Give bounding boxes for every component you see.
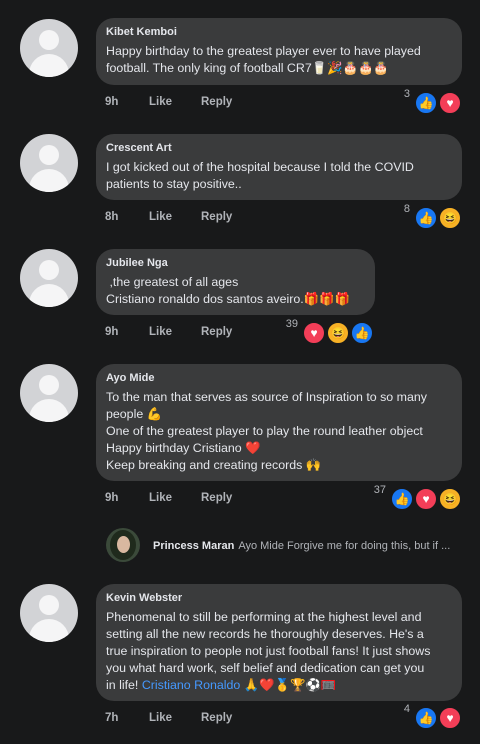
reaction-count: 8	[403, 203, 410, 215]
comment-bubble: Jubilee Nga ,the greatest of all ages Cr…	[96, 249, 375, 315]
reply-button[interactable]: Reply	[201, 492, 232, 504]
reply-author[interactable]: Princess Maran	[153, 540, 234, 552]
like-button[interactable]: Like	[149, 211, 172, 223]
comment-author[interactable]: Kibet Kemboi	[106, 25, 452, 40]
comment-emojis: 🙏❤️🥇🏆⚽🥅	[240, 678, 337, 692]
comment-author[interactable]: Jubilee Nga	[106, 256, 365, 271]
avatar[interactable]	[20, 249, 78, 307]
comment-time[interactable]: 9h	[105, 326, 118, 338]
comment-time[interactable]: 7h	[105, 712, 118, 724]
comment-text: Phenomenal to still be performing at the…	[106, 609, 452, 694]
avatar[interactable]	[20, 364, 78, 422]
reaction-count: 3	[403, 88, 410, 100]
comment-time[interactable]: 9h	[105, 492, 118, 504]
mention-link[interactable]: Cristiano Ronaldo	[142, 678, 241, 692]
comment-bubble: Ayo Mide To the man that serves as sourc…	[96, 364, 462, 481]
reaction-count: 37	[373, 484, 386, 496]
haha-icon: 😆	[326, 321, 350, 345]
reaction-count: 39	[285, 318, 298, 330]
love-icon: ♥	[438, 706, 462, 730]
haha-icon: 😆	[438, 206, 462, 230]
reply-avatar[interactable]	[106, 528, 140, 562]
avatar[interactable]	[20, 584, 78, 642]
comment-text: To the man that serves as source of Insp…	[106, 390, 427, 472]
comment-author[interactable]: Ayo Mide	[106, 371, 452, 386]
like-button[interactable]: Like	[149, 712, 172, 724]
love-icon: ♥	[414, 487, 438, 511]
reaction-count: 4	[403, 703, 410, 715]
like-icon: 👍	[414, 206, 438, 230]
comment-time[interactable]: 8h	[105, 211, 118, 223]
comment-text: Happy birthday to the greatest player ev…	[106, 44, 421, 75]
love-icon: ♥	[302, 321, 326, 345]
comment-bubble: Kevin Webster Phenomenal to still be per…	[96, 584, 462, 701]
reply-button[interactable]: Reply	[201, 96, 232, 108]
like-icon: 👍	[414, 91, 438, 115]
haha-icon: 😆	[438, 487, 462, 511]
comment-time[interactable]: 9h	[105, 96, 118, 108]
comment-bubble: Kibet Kemboi Happy birthday to the great…	[96, 18, 462, 85]
comment-author[interactable]: Kevin Webster	[106, 591, 452, 606]
reply-text: Ayo Mide Forgive me for doing this, but …	[238, 540, 451, 552]
love-icon: ♥	[438, 91, 462, 115]
avatar[interactable]	[20, 134, 78, 192]
comment-text: ,the greatest of all ages Cristiano rona…	[106, 275, 350, 306]
comment-author[interactable]: Crescent Art	[106, 141, 452, 156]
comment-text: I got kicked out of the hospital because…	[106, 160, 414, 191]
like-button[interactable]: Like	[149, 326, 172, 338]
like-icon: 👍	[390, 487, 414, 511]
like-button[interactable]: Like	[149, 96, 172, 108]
reply-button[interactable]: Reply	[201, 326, 232, 338]
avatar[interactable]	[20, 19, 78, 77]
comment-bubble: Crescent Art I got kicked out of the hos…	[96, 134, 462, 200]
like-icon: 👍	[414, 706, 438, 730]
like-icon: 👍	[350, 321, 374, 345]
like-button[interactable]: Like	[149, 492, 172, 504]
reply-button[interactable]: Reply	[201, 211, 232, 223]
reply-preview[interactable]: Princess Maran Ayo Mide Forgive me for do…	[153, 540, 450, 552]
reply-button[interactable]: Reply	[201, 712, 232, 724]
